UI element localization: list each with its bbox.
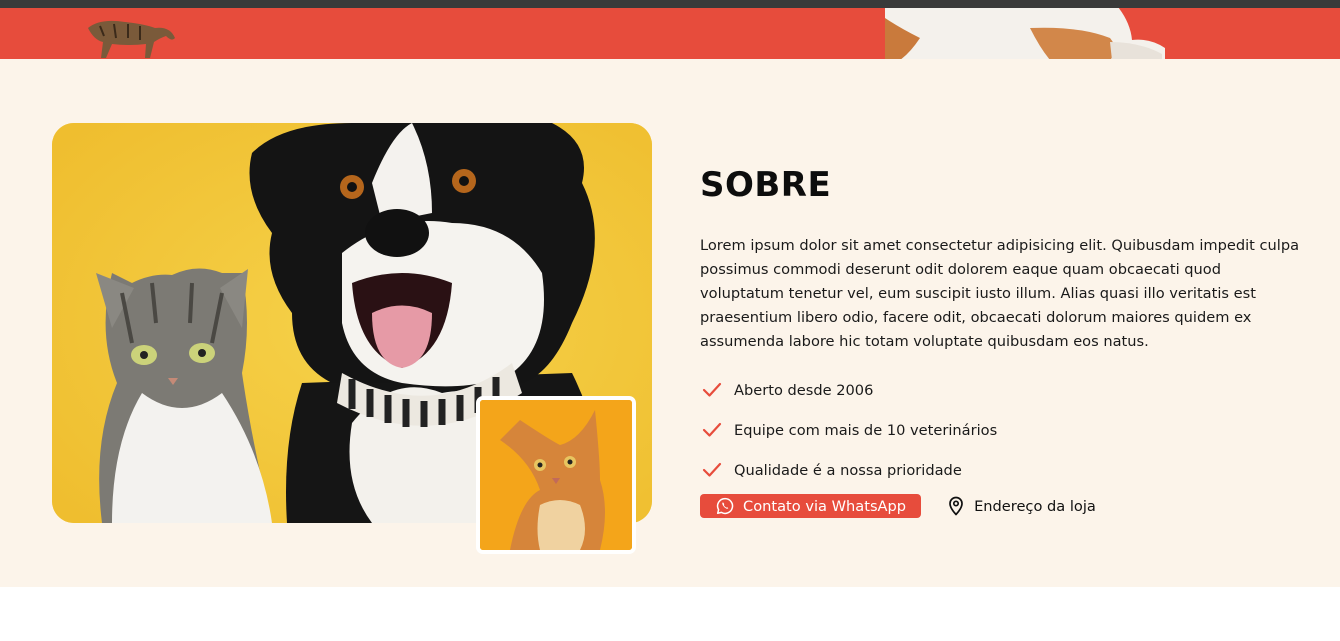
- feature-label: Qualidade é a nossa prioridade: [734, 461, 962, 479]
- check-icon: [702, 380, 722, 400]
- hero-cat-image: [88, 20, 175, 58]
- feature-label: Equipe com mais de 10 veterinários: [734, 421, 998, 439]
- store-address-link[interactable]: Endereço da loja: [947, 496, 1096, 516]
- feature-item: Aberto desde 2006: [700, 378, 1310, 402]
- orange-cat-thumbnail: [476, 396, 636, 554]
- map-pin-icon: [947, 496, 965, 516]
- check-icon: [702, 420, 722, 440]
- about-description: Lorem ipsum dolor sit amet consectetur a…: [700, 237, 1300, 350]
- whatsapp-button-label: Contato via WhatsApp: [743, 497, 907, 515]
- features-list: Aberto desde 2006 Equipe com mais de 10 …: [700, 378, 1310, 482]
- about-section: SOBRE Lorem ipsum dolor sit amet consect…: [0, 59, 1340, 587]
- page-bottom-area: [0, 587, 1340, 641]
- check-icon: [702, 460, 722, 480]
- feature-item: Qualidade é a nossa prioridade: [700, 458, 1310, 482]
- hero-banner-strip: [0, 8, 1340, 59]
- hero-pet-image: [885, 8, 1165, 59]
- feature-label: Aberto desde 2006: [734, 381, 874, 399]
- whatsapp-contact-button[interactable]: Contato via WhatsApp: [700, 494, 922, 518]
- top-bar: [0, 0, 1340, 8]
- about-content: SOBRE Lorem ipsum dolor sit amet consect…: [700, 163, 1310, 518]
- whatsapp-icon: [716, 497, 734, 515]
- section-title: SOBRE: [700, 165, 832, 205]
- about-actions: Contato via WhatsApp Endereço da loja: [700, 494, 1310, 518]
- address-link-label: Endereço da loja: [974, 497, 1096, 515]
- feature-item: Equipe com mais de 10 veterinários: [700, 418, 1310, 442]
